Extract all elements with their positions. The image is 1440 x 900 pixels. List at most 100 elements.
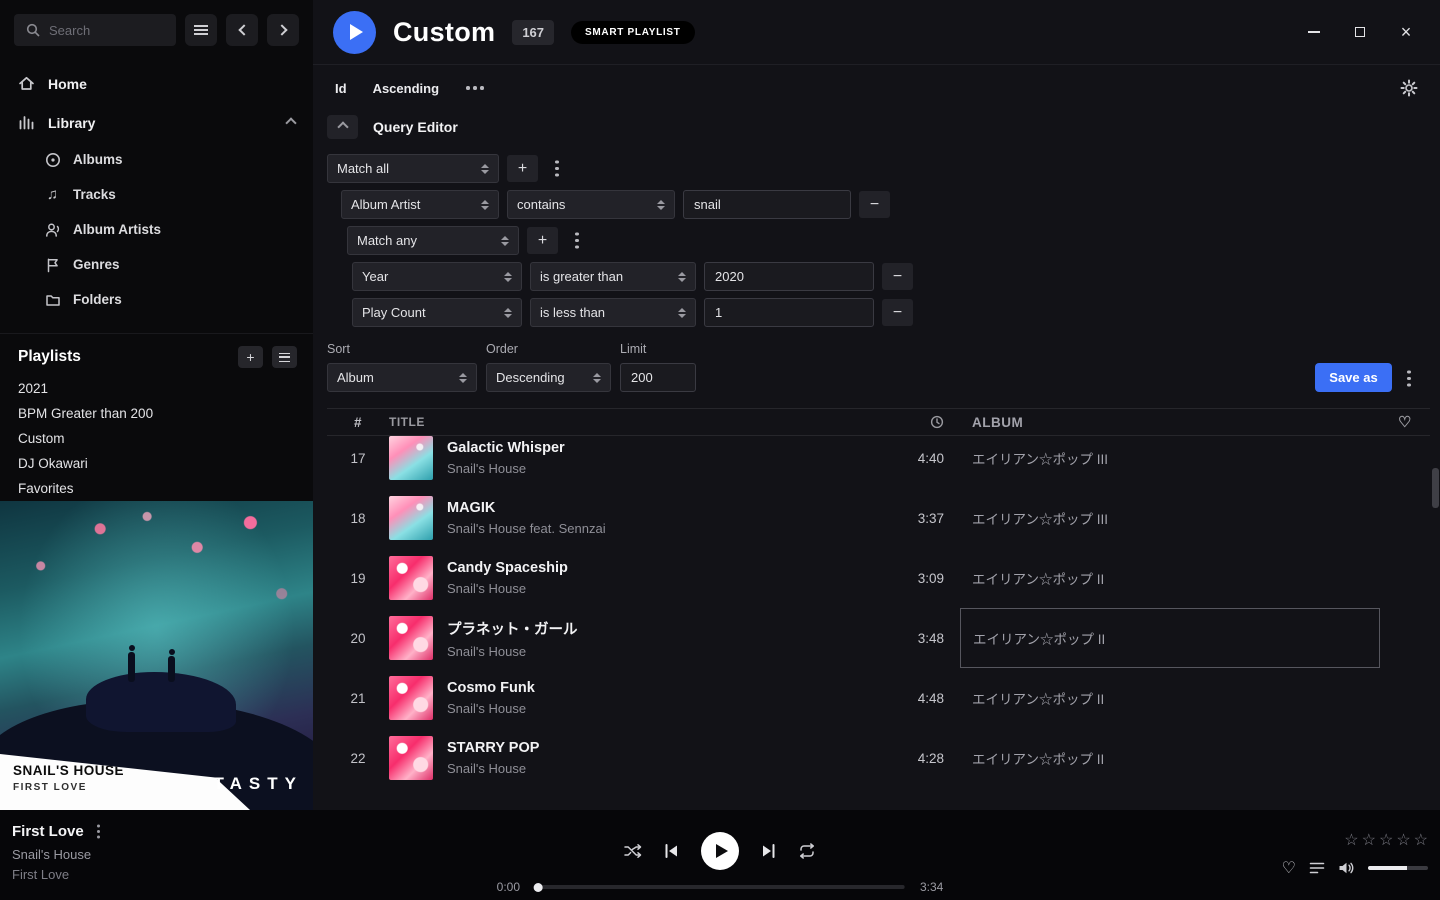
match-mode-select[interactable]: Match all <box>327 154 499 183</box>
table-row[interactable]: 18 MAGIKSnail's House feat. Sennzai 3:37… <box>327 488 1430 548</box>
sidebar-item-genres[interactable]: Genres <box>0 247 313 282</box>
add-rule-button[interactable]: + <box>507 155 538 182</box>
query-editor-title: Query Editor <box>373 119 458 135</box>
shuffle-button[interactable] <box>624 843 642 859</box>
favorite-column-header[interactable]: ♡ <box>1380 413 1430 431</box>
save-menu-button[interactable] <box>1398 365 1420 392</box>
rule-field-select[interactable]: Album Artist <box>341 190 499 219</box>
sort-direction-button[interactable]: Ascending <box>373 81 439 96</box>
star-icon[interactable]: ☆ <box>1414 830 1428 850</box>
scrollbar-thumb[interactable] <box>1432 468 1439 508</box>
limit-input[interactable] <box>620 363 696 392</box>
playlist-item[interactable]: Favorites <box>0 476 313 501</box>
sidebar-item-home[interactable]: Home <box>0 64 313 103</box>
order-label: Order <box>486 342 611 356</box>
star-icon[interactable]: ☆ <box>1362 830 1376 850</box>
remove-rule-button[interactable]: − <box>882 263 913 290</box>
add-playlist-button[interactable]: + <box>238 346 263 368</box>
play-playlist-button[interactable] <box>333 11 376 54</box>
volume-slider[interactable] <box>1368 866 1428 870</box>
rule-value-input[interactable] <box>683 190 851 219</box>
sidebar-item-tracks[interactable]: ♫ Tracks <box>0 177 313 212</box>
sort-select[interactable]: Album <box>327 363 477 392</box>
playlist-item[interactable]: DJ Okawari <box>0 451 313 476</box>
rule-group-menu-button[interactable] <box>546 155 568 182</box>
seek-bar[interactable] <box>535 885 905 889</box>
volume-icon[interactable] <box>1338 861 1355 875</box>
nav-back-button[interactable] <box>226 14 258 46</box>
search-input[interactable] <box>49 23 159 38</box>
next-button[interactable] <box>761 844 776 858</box>
track-artist: Snail's House feat. Sennzai <box>447 521 606 536</box>
collapse-query-editor-button[interactable] <box>327 115 358 139</box>
table-row[interactable]: 19 Candy SpaceshipSnail's House 3:09 エイリ… <box>327 548 1430 608</box>
track-album: エイリアン☆ポップ II <box>960 548 1380 608</box>
query-rule-row: Play Count is less than − <box>352 298 1420 327</box>
settings-gear-icon[interactable] <box>1400 79 1418 97</box>
star-icon[interactable]: ☆ <box>1379 830 1393 850</box>
collapse-library-icon[interactable] <box>285 117 296 128</box>
select-arrows-icon <box>501 236 509 246</box>
playlist-item[interactable]: 2021 <box>0 376 313 401</box>
save-as-button[interactable]: Save as <box>1315 363 1392 392</box>
kebab-icon <box>1407 377 1411 381</box>
rule-value-input[interactable] <box>704 298 874 327</box>
seek-handle[interactable] <box>534 883 543 892</box>
play-pause-button[interactable] <box>701 832 739 870</box>
album-column-header[interactable]: ALBUM <box>960 409 1380 435</box>
sidebar-item-library[interactable]: Library <box>0 103 313 142</box>
sidebar-item-album-artists[interactable]: Album Artists <box>0 212 313 247</box>
chevron-up-icon <box>337 121 348 132</box>
more-options-icon[interactable] <box>473 86 477 90</box>
now-playing-album-art[interactable]: SNAIL'S HOUSE FIRST LOVE TASTY <box>0 501 313 810</box>
table-row[interactable]: 21 Cosmo FunkSnail's House 4:48 エイリアン☆ポッ… <box>327 668 1430 728</box>
previous-button[interactable] <box>664 844 679 858</box>
duration-column-header[interactable] <box>874 415 960 429</box>
track-thumbnail <box>389 676 433 720</box>
group-match-mode-select[interactable]: Match any <box>347 226 519 255</box>
number-column-header[interactable]: # <box>327 415 389 430</box>
rule-field-select[interactable]: Play Count <box>352 298 522 327</box>
table-row[interactable]: 20 プラネット・ガールSnail's House 3:48 エイリアン☆ポップ… <box>327 608 1430 668</box>
window-controls: × <box>1306 24 1418 40</box>
rule-group-menu-button[interactable] <box>566 227 588 254</box>
playlist-item[interactable]: Custom <box>0 426 313 451</box>
menu-button[interactable] <box>185 14 217 46</box>
star-icon[interactable]: ☆ <box>1396 830 1410 850</box>
track-duration: 3:48 <box>874 631 960 646</box>
sidebar-item-label: Album Artists <box>73 222 161 237</box>
rule-value-input[interactable] <box>704 262 874 291</box>
scrollbar[interactable] <box>1432 436 1440 810</box>
playlist-view-button[interactable] <box>272 346 297 368</box>
track-title: Cosmo Funk <box>447 680 535 696</box>
remove-rule-button[interactable]: − <box>882 299 913 326</box>
rule-operator-select[interactable]: is less than <box>530 298 696 327</box>
sidebar-item-albums[interactable]: Albums <box>0 142 313 177</box>
rule-field-select[interactable]: Year <box>352 262 522 291</box>
playlist-item[interactable]: BPM Greater than 200 <box>0 401 313 426</box>
repeat-button[interactable] <box>798 843 816 859</box>
add-rule-button[interactable]: + <box>527 227 558 254</box>
table-row[interactable]: 17 Galactic WhisperSnail's House 4:40 エイ… <box>327 428 1430 488</box>
rule-operator-select[interactable]: is greater than <box>530 262 696 291</box>
favorite-button[interactable]: ♡ <box>1282 858 1296 878</box>
title-column-header[interactable]: TITLE <box>389 415 874 429</box>
minimize-button[interactable] <box>1306 24 1322 40</box>
maximize-button[interactable] <box>1352 24 1368 40</box>
list-icon <box>279 353 290 362</box>
search-input-wrapper[interactable] <box>14 14 176 46</box>
now-playing-title: First Love <box>12 823 84 840</box>
queue-button[interactable] <box>1309 861 1325 875</box>
rule-operator-select[interactable]: contains <box>507 190 675 219</box>
track-album-focused-cell[interactable]: エイリアン☆ポップ II <box>960 608 1380 668</box>
table-row[interactable]: 22 STARRY POPSnail's House 4:28 エイリアン☆ポッ… <box>327 728 1430 788</box>
sort-field-button[interactable]: Id <box>335 81 347 96</box>
star-icon[interactable]: ☆ <box>1344 830 1358 850</box>
close-button[interactable]: × <box>1398 24 1414 40</box>
playlists-title: Playlists <box>18 348 229 366</box>
order-select[interactable]: Descending <box>486 363 611 392</box>
remove-rule-button[interactable]: − <box>859 191 890 218</box>
track-menu-button[interactable] <box>97 830 100 833</box>
sidebar-item-folders[interactable]: Folders <box>0 282 313 317</box>
nav-forward-button[interactable] <box>267 14 299 46</box>
